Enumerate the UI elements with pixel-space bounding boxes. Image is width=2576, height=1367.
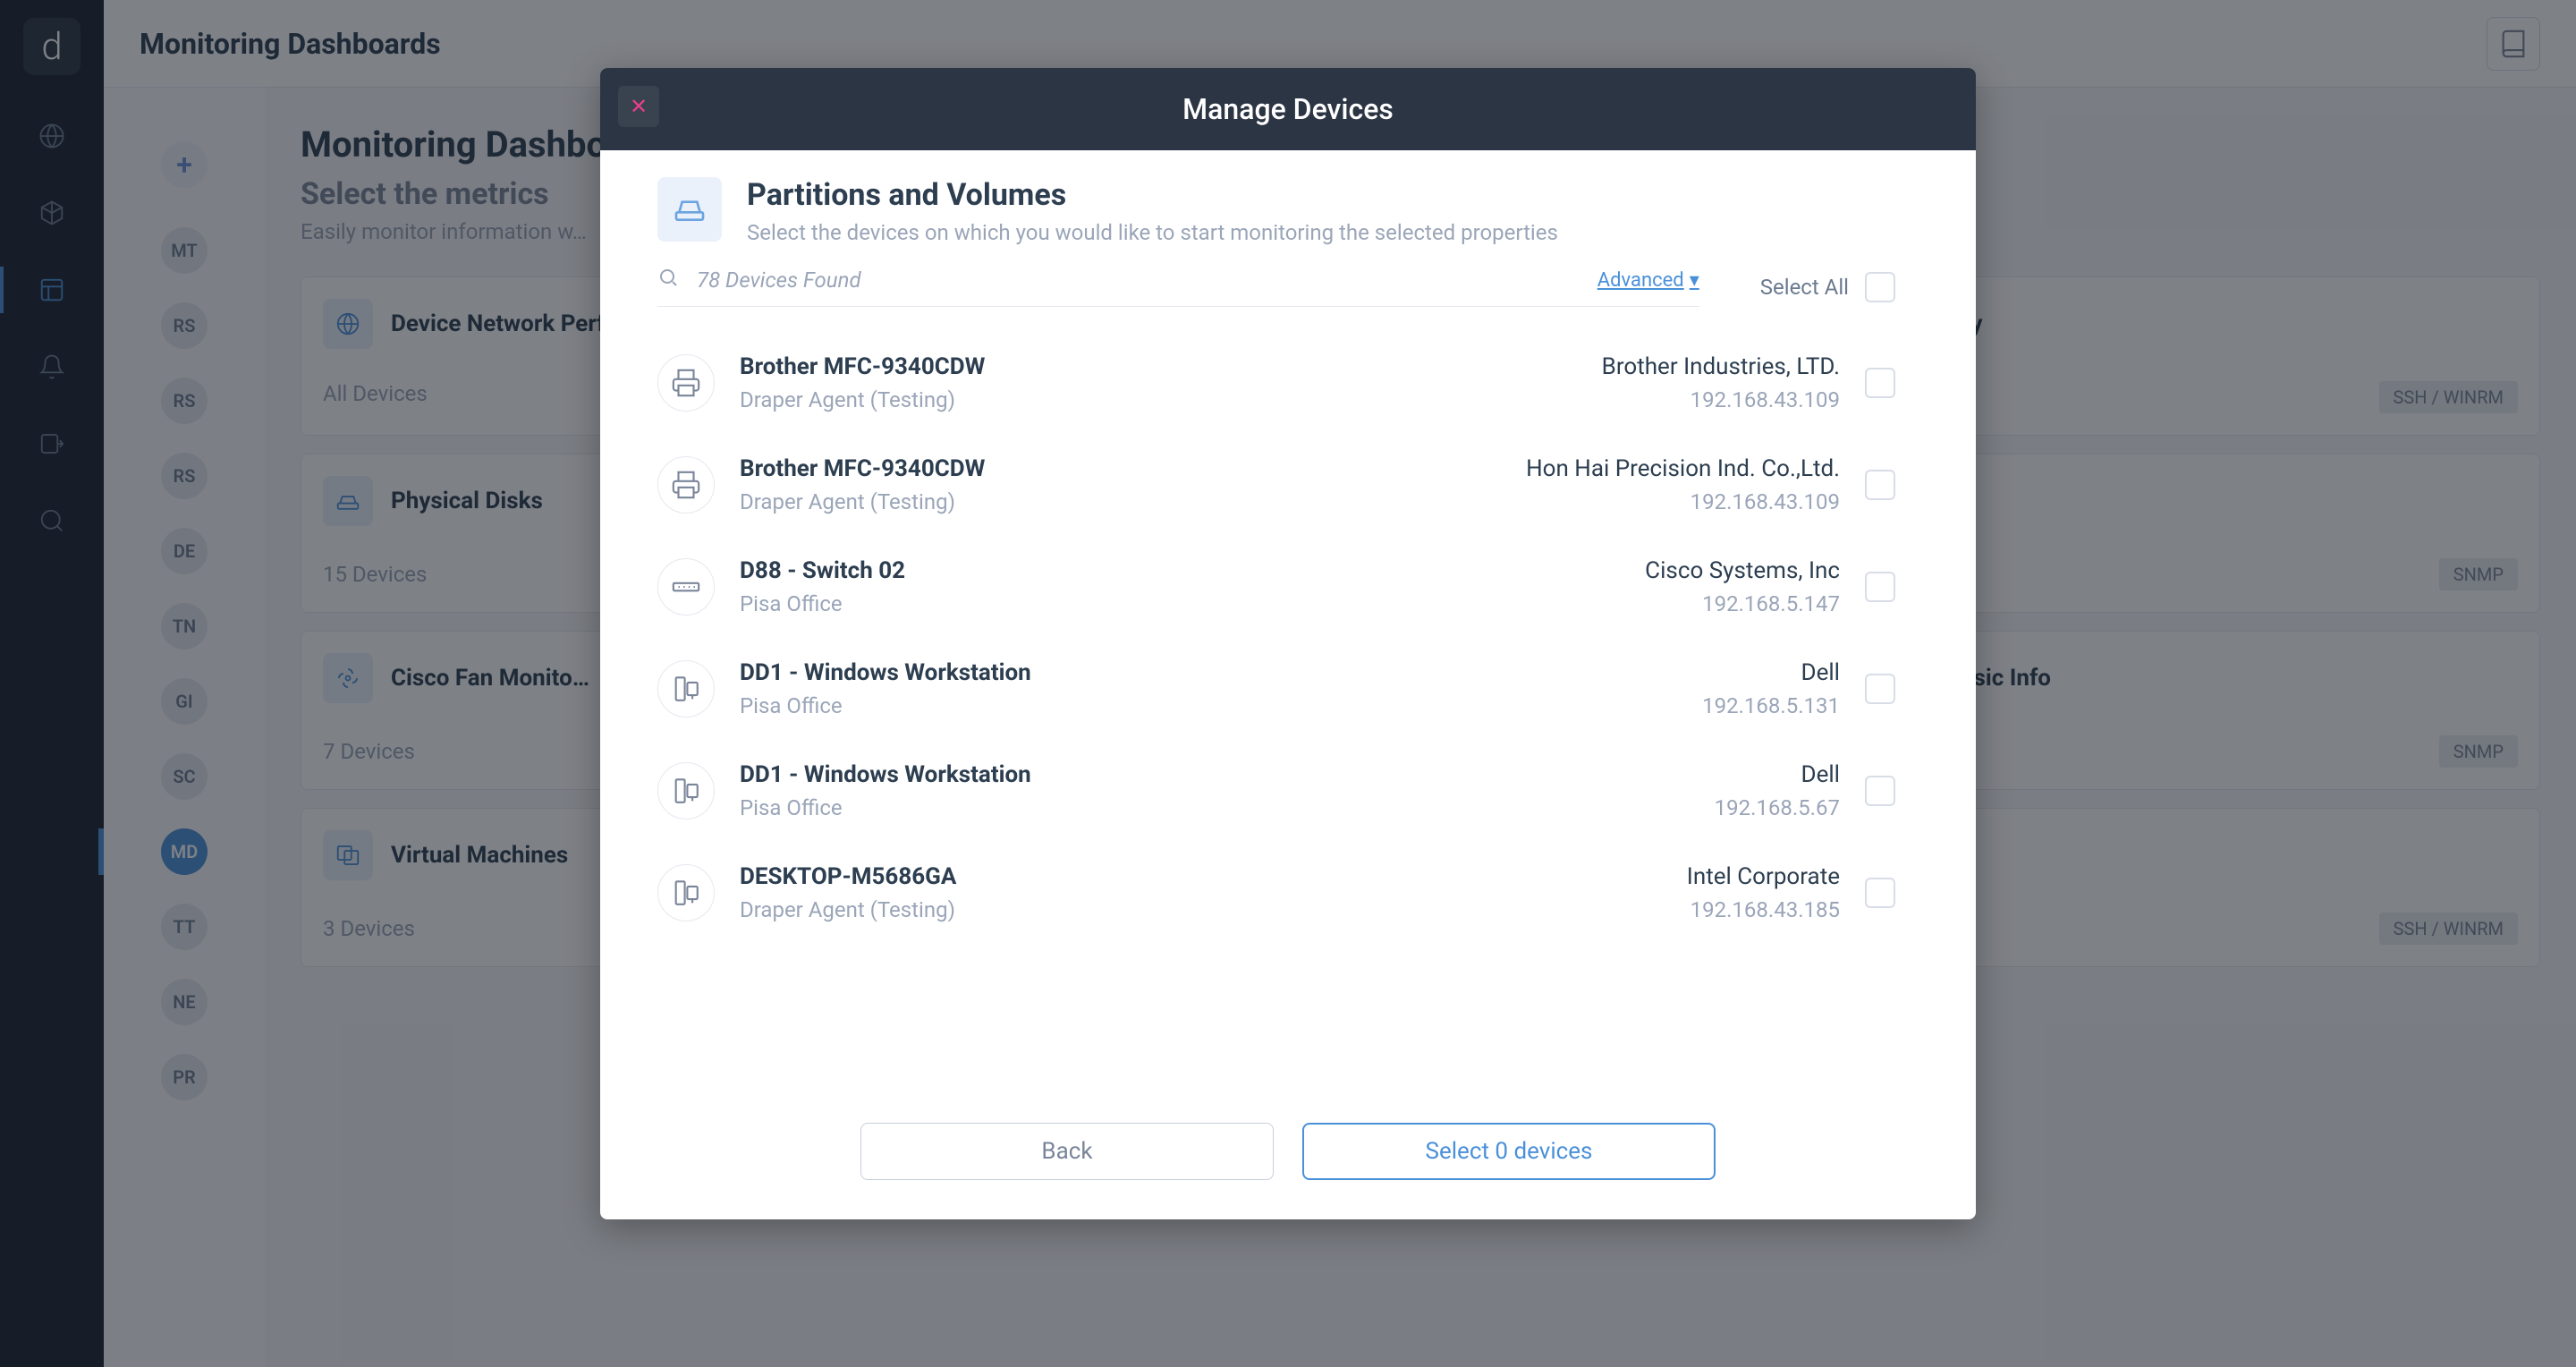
device-list[interactable]: Brother MFC-9340CDW Draper Agent (Testing… [600,318,1976,1096]
modal-footer: Back Select 0 devices [600,1096,1976,1219]
manage-devices-modal: ✕ Manage Devices Partitions and Volumes … [600,68,1976,1219]
device-manufacturer: Dell [1715,761,1840,788]
device-ip: 192.168.5.147 [1645,591,1840,616]
device-checkbox[interactable] [1865,368,1895,398]
device-row[interactable]: DD1 - Windows Workstation Pisa Office Dell… [657,638,1919,740]
select-all-control: Select All [1760,272,1895,302]
device-name: Brother MFC-9340CDW [740,455,985,482]
advanced-label: Advanced [1597,269,1684,292]
close-icon[interactable]: ✕ [618,86,659,127]
device-row[interactable]: DESKTOP-M5686GA Draper Agent (Testing) Int… [657,842,1919,944]
device-name: Brother MFC-9340CDW [740,353,985,380]
device-location: Pisa Office [740,693,1031,718]
device-checkbox[interactable] [1865,572,1895,602]
select-all-checkbox[interactable] [1865,272,1895,302]
device-location: Draper Agent (Testing) [740,489,985,514]
select-all-label: Select All [1760,275,1849,300]
advanced-link[interactable]: Advanced ▾ [1597,269,1699,292]
device-name: DD1 - Windows Workstation [740,659,1031,686]
switch-icon [657,558,715,616]
device-checkbox[interactable] [1865,878,1895,908]
device-manufacturer: Intel Corporate [1687,863,1840,890]
chevron-down-icon: ▾ [1690,269,1699,292]
search-row: 78 Devices Found Advanced ▾ Select All [600,259,1976,318]
device-manufacturer: Dell [1702,659,1840,686]
device-ip: 192.168.43.109 [1602,387,1840,412]
modal-section-desc: Select the devices on which you would li… [747,220,1558,245]
modal-section-title: Partitions and Volumes [747,177,1558,213]
disk-icon [657,177,722,242]
device-ip: 192.168.43.109 [1526,489,1840,514]
device-checkbox[interactable] [1865,674,1895,704]
printer-icon [657,354,715,412]
device-manufacturer: Hon Hai Precision Ind. Co.,Ltd. [1526,455,1840,482]
device-location: Draper Agent (Testing) [740,897,956,922]
search-icon[interactable] [657,267,679,293]
device-name: DD1 - Windows Workstation [740,761,1031,788]
workstation-icon [657,864,715,921]
device-location: Pisa Office [740,795,1031,820]
device-ip: 192.168.43.185 [1687,897,1840,922]
found-count: 78 Devices Found [697,267,1580,293]
workstation-icon [657,762,715,819]
workstation-icon [657,660,715,717]
device-location: Draper Agent (Testing) [740,387,985,412]
device-row[interactable]: DD1 - Windows Workstation Pisa Office Dell… [657,740,1919,842]
device-row[interactable]: Brother MFC-9340CDW Draper Agent (Testing… [657,434,1919,536]
printer-icon [657,456,715,514]
device-name: D88 - Switch 02 [740,557,905,584]
modal-title: Manage Devices [1182,92,1394,126]
device-manufacturer: Brother Industries, LTD. [1602,353,1840,380]
select-devices-button[interactable]: Select 0 devices [1302,1123,1716,1180]
device-checkbox[interactable] [1865,776,1895,806]
device-ip: 192.168.5.131 [1702,693,1840,718]
device-row[interactable]: D88 - Switch 02 Pisa Office Cisco Systems,… [657,536,1919,638]
device-row[interactable]: Brother MFC-9340CDW Draper Agent (Testing… [657,332,1919,434]
device-location: Pisa Office [740,591,905,616]
device-checkbox[interactable] [1865,470,1895,500]
device-ip: 192.168.5.67 [1715,795,1840,820]
device-name: DESKTOP-M5686GA [740,863,956,890]
modal-section: Partitions and Volumes Select the device… [600,150,1976,259]
modal-header: ✕ Manage Devices [600,68,1976,150]
back-button[interactable]: Back [860,1123,1274,1180]
device-manufacturer: Cisco Systems, Inc [1645,557,1840,584]
